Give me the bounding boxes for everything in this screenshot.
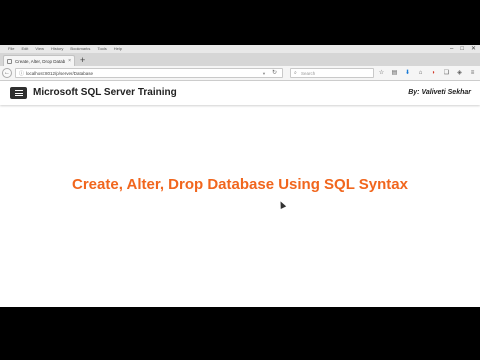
- chevron-down-icon[interactable]: ▼: [262, 69, 266, 78]
- new-tab-button[interactable]: +: [80, 55, 85, 65]
- menu-item-file[interactable]: File: [8, 45, 14, 53]
- back-button[interactable]: ←: [2, 68, 12, 78]
- menu-item-help[interactable]: Help: [114, 45, 122, 53]
- menu-item-tools[interactable]: Tools: [97, 45, 106, 53]
- app-title: Microsoft SQL Server Training: [33, 87, 177, 98]
- close-window-icon[interactable]: ✕: [471, 45, 476, 53]
- hamburger-menu-button[interactable]: [10, 87, 27, 99]
- minimize-icon[interactable]: –: [450, 45, 453, 53]
- search-icon: ⌕: [294, 70, 297, 76]
- shield-icon[interactable]: ◈: [456, 68, 463, 78]
- tab-close-icon[interactable]: ×: [68, 58, 71, 64]
- tab-strip: Create, Alter, Drop Database U × +: [0, 53, 480, 66]
- toolbar-icons: ☆ ▤ ⬇ ⌂ ◗ ❑ ◈ ≡: [378, 68, 476, 78]
- address-bar[interactable]: ⓘ localhost:8012/p/server/Database ▼ ↻: [15, 68, 283, 78]
- browser-menu-bar: File Edit View History Bookmarks Tools H…: [0, 45, 480, 53]
- reload-icon[interactable]: ↻: [272, 69, 277, 78]
- page-headline: Create, Alter, Drop Database Using SQL S…: [72, 176, 408, 193]
- tab-active[interactable]: Create, Alter, Drop Database U ×: [3, 55, 75, 66]
- star-icon[interactable]: ☆: [378, 68, 385, 78]
- search-input[interactable]: Search: [301, 69, 315, 78]
- browser-window: File Edit View History Bookmarks Tools H…: [0, 45, 480, 307]
- menu-icon[interactable]: ≡: [469, 68, 476, 78]
- menu-item-bookmarks[interactable]: Bookmarks: [70, 45, 90, 53]
- menu-item-history[interactable]: History: [51, 45, 63, 53]
- home-icon[interactable]: ⌂: [417, 68, 424, 78]
- download-icon[interactable]: ⬇: [404, 68, 411, 78]
- mouse-cursor-icon: [277, 200, 287, 209]
- author-credit: By: Valiveti Sekhar: [408, 89, 471, 96]
- search-bar[interactable]: ⌕ Search: [290, 68, 374, 78]
- library-icon[interactable]: ▤: [391, 68, 398, 78]
- app-header: Microsoft SQL Server Training By: Valive…: [0, 81, 480, 105]
- maximize-icon[interactable]: □: [460, 45, 464, 53]
- url-text[interactable]: localhost:8012/p/server/Database: [26, 69, 93, 78]
- page-favicon-icon: [7, 58, 12, 64]
- menu-item-view[interactable]: View: [35, 45, 44, 53]
- navigation-toolbar: ← ⓘ localhost:8012/p/server/Database ▼ ↻…: [0, 66, 480, 81]
- bookmark-icon[interactable]: ❑: [443, 68, 450, 78]
- menu-item-edit[interactable]: Edit: [21, 45, 28, 53]
- window-controls: – □ ✕: [450, 45, 476, 53]
- tab-title: Create, Alter, Drop Database U: [15, 58, 66, 64]
- site-info-icon[interactable]: ⓘ: [19, 70, 24, 78]
- pocket-icon[interactable]: ◗: [430, 68, 437, 78]
